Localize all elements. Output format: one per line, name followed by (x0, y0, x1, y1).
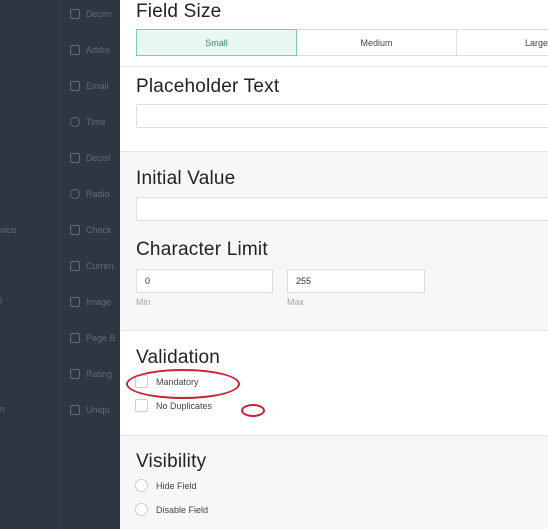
min-label: Min (136, 297, 151, 307)
email-icon (70, 81, 80, 91)
background-divider (60, 0, 61, 529)
character-limit-title: Character Limit (136, 239, 268, 260)
disable-field-radio[interactable] (135, 503, 148, 516)
size-option-large[interactable]: Large (456, 29, 548, 56)
checkbox-icon (70, 225, 80, 235)
bg-item: Decim (70, 4, 112, 24)
bg-item: Uniqu (70, 400, 110, 420)
currency-icon (70, 261, 80, 271)
no-duplicates-label: No Duplicates (156, 400, 213, 411)
bg-item: Addre (70, 40, 110, 60)
bg-item: Check (70, 220, 112, 240)
initial-value-title: Initial Value (136, 168, 236, 189)
annotation-ellipse-mandatory (126, 369, 240, 399)
bg-item: Radio (70, 184, 110, 204)
visibility-section: Visibility Hide Field Disable Field (120, 436, 548, 529)
bg-item: Curren (70, 256, 114, 276)
validation-title: Validation (136, 347, 221, 368)
hash-icon (70, 9, 80, 19)
no-duplicates-option[interactable]: No Duplicates (135, 399, 212, 412)
bg-item: Rating (70, 364, 112, 384)
max-label: Max (287, 297, 305, 307)
size-option-medium[interactable]: Medium (296, 29, 457, 56)
clock-icon (70, 117, 80, 127)
field-size-title: Field Size (136, 1, 222, 22)
character-limit-section: Character Limit 0 255 Min Max (120, 229, 548, 330)
hide-field-radio[interactable] (135, 479, 148, 492)
min-length-input[interactable]: 0 (136, 269, 273, 293)
image-icon (70, 297, 80, 307)
address-icon (70, 45, 80, 55)
bg-item: Time (70, 112, 106, 132)
initial-value-input[interactable] (136, 197, 548, 221)
annotation-ellipse-small (241, 404, 265, 417)
field-properties-panel: Field Size Small Medium Large Placeholde… (120, 0, 548, 529)
bg-left-label: l (0, 296, 2, 306)
page-break-icon (70, 333, 80, 343)
size-option-small[interactable]: Small (136, 29, 297, 56)
bg-item: Decisi (70, 148, 111, 168)
bg-item: Email (70, 76, 109, 96)
max-length-input[interactable]: 255 (287, 269, 425, 293)
field-size-selector: Small Medium Large (136, 29, 548, 56)
field-size-section: Field Size Small Medium Large (120, 0, 548, 66)
hide-field-label: Hide Field (156, 480, 197, 491)
placeholder-title: Placeholder Text (136, 76, 280, 97)
star-icon (70, 369, 80, 379)
placeholder-section: Placeholder Text (120, 67, 548, 151)
initial-value-section: Initial Value (120, 152, 548, 229)
bg-left-label: oice (0, 225, 17, 235)
placeholder-input[interactable] (136, 104, 548, 128)
disable-field-label: Disable Field (156, 504, 209, 515)
radio-icon (70, 189, 80, 199)
visibility-title: Visibility (136, 451, 207, 472)
no-duplicates-checkbox[interactable] (135, 399, 148, 412)
bg-item: Page B (70, 328, 116, 348)
hide-field-option[interactable]: Hide Field (135, 479, 197, 492)
unique-icon (70, 405, 80, 415)
bg-left-label: n (0, 404, 6, 414)
bg-item: Image (70, 292, 111, 312)
decision-icon (70, 153, 80, 163)
disable-field-option[interactable]: Disable Field (135, 503, 208, 516)
